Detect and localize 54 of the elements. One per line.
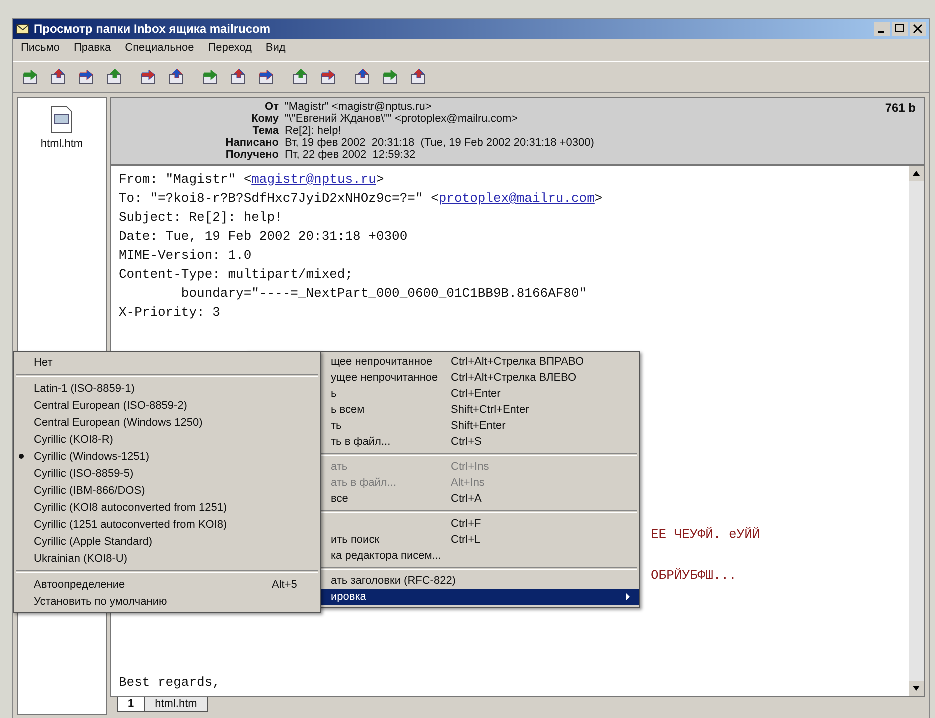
menu-bar-item[interactable]: Правка xyxy=(74,42,112,58)
menu-item[interactable]: Cyrillic (KOI8-R) xyxy=(14,431,320,448)
email-link[interactable]: protoplex@mailru.com xyxy=(438,191,595,206)
header-value: Вт, 19 фев 2002 20:31:18 (Tue, 19 Feb 2002 20:31:18 +0300) xyxy=(285,137,596,149)
menu-item[interactable]: Нет xyxy=(14,354,320,371)
menu-item[interactable]: Cyrillic (1251 autoconverted from KOI8) xyxy=(14,516,320,533)
header-value: Re[2]: help! xyxy=(285,125,342,137)
header-label: Тема xyxy=(252,125,279,137)
scroll-bar[interactable] xyxy=(909,166,924,696)
message-size: 761 b xyxy=(885,101,916,117)
file-name[interactable]: html.htm xyxy=(40,138,84,150)
scroll-up-icon[interactable] xyxy=(909,166,924,181)
minimize-button[interactable] xyxy=(874,22,890,36)
message-line: MIME-Version: 1.0 xyxy=(119,247,253,265)
header-value: Пт, 22 фев 2002 12:59:32 xyxy=(285,149,417,161)
message-line: Subject: Re[2]: help! xyxy=(119,209,284,227)
menu-item[interactable]: Central European (Windows 1250) xyxy=(14,414,320,431)
message-line: Date: Tue, 19 Feb 2002 20:31:18 +0300 xyxy=(119,228,409,246)
tab[interactable]: html.htm xyxy=(144,697,208,712)
message-line: ОБРЙУБФШ... xyxy=(651,567,738,585)
menu-bar-item[interactable]: Вид xyxy=(266,42,286,58)
window-title: Просмотр папки Inbox ящика mailrucom xyxy=(34,22,272,36)
menu-item[interactable]: Cyrillic (Windows-1251) xyxy=(14,448,320,465)
menu-bar-item[interactable]: Специальное xyxy=(125,42,194,58)
envelope-icon xyxy=(16,23,30,35)
menu-item[interactable]: Central European (ISO-8859-2) xyxy=(14,397,320,414)
menu-item[interactable]: Ukrainian (KOI8-U) xyxy=(14,550,320,567)
header-label: От xyxy=(264,101,279,113)
scroll-down-icon[interactable] xyxy=(909,681,924,696)
header-value: "Magistr" <magistr@nptus.ru> xyxy=(285,101,433,113)
tab[interactable]: 1 xyxy=(117,697,146,712)
email-link[interactable]: magistr@nptus.ru xyxy=(252,172,376,187)
submenu-arrow-icon xyxy=(625,593,631,601)
menu-item[interactable]: Cyrillic (ISO-8859-5) xyxy=(14,465,320,482)
message-line: X-Priority: 3 xyxy=(119,304,222,322)
menu-item[interactable]: Latin-1 (ISO-8859-1) xyxy=(14,380,320,397)
menu-item[interactable]: Cyrillic (Apple Standard) xyxy=(14,533,320,550)
header-value: "\"Евгений Жданов\"" <protoplex@mailru.com> xyxy=(285,113,520,125)
message-line: boundary="----=_NextPart_000_0600_01C1BB9B.8166AF80" xyxy=(180,285,588,303)
header-label: Написано xyxy=(224,137,279,149)
menu-bar-item[interactable]: Письмо xyxy=(21,42,60,58)
message-line: ЕЕ ЧЕУФЙ. еУЙЙ xyxy=(651,526,762,544)
menu-item[interactable]: Cyrillic (IBM-866/DOS) xyxy=(14,482,320,499)
menu-item[interactable]: Cyrillic (KOI8 autoconverted from 1251) xyxy=(14,499,320,516)
message-line: From: "Magistr" <magistr@nptus.ru> xyxy=(119,171,386,189)
header-label: Кому xyxy=(250,113,279,125)
message-line: Content-Type: multipart/mixed; xyxy=(119,266,354,284)
message-line: To: "=?koi8-r?B?SdfHxc7JyiD2xNHOz9c=?=" <protoplex@mailru.com> xyxy=(119,190,604,208)
menu-bar-item[interactable]: Переход xyxy=(208,42,252,58)
maximize-button[interactable] xyxy=(892,22,908,36)
message-line: Best regards, xyxy=(119,674,222,692)
close-button[interactable] xyxy=(910,22,926,36)
file-icon[interactable] xyxy=(50,106,74,134)
header-label: Получено xyxy=(224,149,279,161)
